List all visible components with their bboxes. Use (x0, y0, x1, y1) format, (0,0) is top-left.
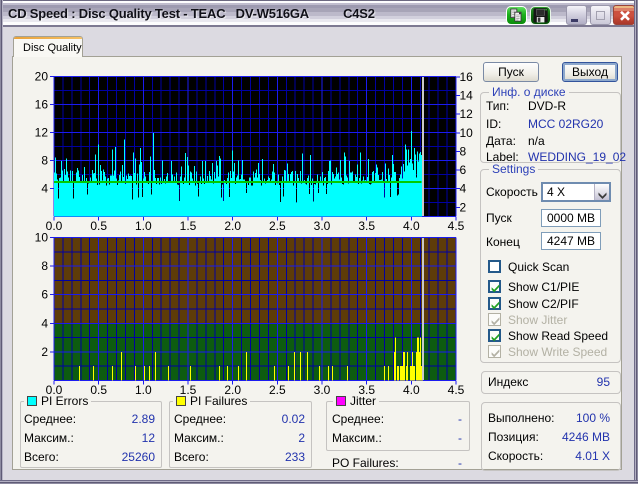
svg-text:16: 16 (460, 70, 474, 84)
svg-text:3.0: 3.0 (314, 383, 331, 397)
svg-text:8: 8 (41, 259, 48, 273)
svg-text:4.5: 4.5 (448, 219, 465, 233)
svg-text:0.5: 0.5 (90, 219, 107, 233)
svg-text:2: 2 (460, 200, 467, 214)
svg-text:6: 6 (41, 288, 48, 302)
svg-text:12: 12 (460, 107, 474, 121)
svg-text:1.0: 1.0 (135, 383, 152, 397)
svg-text:8: 8 (41, 154, 48, 168)
svg-text:4.5: 4.5 (448, 383, 465, 397)
svg-text:3.0: 3.0 (314, 219, 331, 233)
svg-text:8: 8 (460, 145, 467, 159)
svg-text:4: 4 (41, 182, 48, 196)
svg-text:4.0: 4.0 (403, 219, 420, 233)
svg-text:12: 12 (35, 126, 49, 140)
svg-text:1.0: 1.0 (135, 219, 152, 233)
svg-text:1.5: 1.5 (180, 219, 197, 233)
svg-text:3.5: 3.5 (358, 219, 375, 233)
svg-text:0.0: 0.0 (46, 219, 63, 233)
svg-text:4: 4 (41, 316, 48, 330)
svg-text:14: 14 (460, 89, 474, 103)
svg-text:4: 4 (460, 182, 467, 196)
svg-text:2.5: 2.5 (269, 219, 286, 233)
svg-text:0.5: 0.5 (90, 383, 107, 397)
svg-text:16: 16 (35, 98, 49, 112)
svg-text:10: 10 (460, 126, 474, 140)
svg-text:2: 2 (41, 345, 48, 359)
svg-text:6: 6 (460, 163, 467, 177)
svg-text:20: 20 (35, 70, 49, 84)
svg-text:2.5: 2.5 (269, 383, 286, 397)
svg-text:4.0: 4.0 (403, 383, 420, 397)
svg-text:2.0: 2.0 (224, 219, 241, 233)
